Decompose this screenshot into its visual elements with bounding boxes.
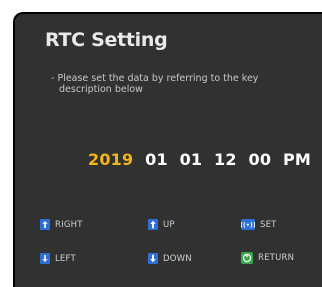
- key-set[interactable]: ((•)) SET: [241, 219, 277, 230]
- key-return-label: RETURN: [258, 253, 295, 263]
- instruction-text: - Please set the data by referring to th…: [51, 73, 301, 95]
- down-key-icon: [148, 253, 158, 264]
- datetime-display: 2019 01 01 12 00 PM: [88, 150, 311, 169]
- right-key-icon: [40, 219, 50, 230]
- key-up-label: UP: [163, 219, 175, 230]
- day-field[interactable]: 01: [180, 150, 203, 169]
- key-left[interactable]: LEFT: [40, 253, 76, 264]
- key-left-label: LEFT: [55, 253, 76, 264]
- instruction-line-2: description below: [59, 84, 143, 95]
- minute-field[interactable]: 00: [248, 150, 271, 169]
- key-down-label: DOWN: [163, 253, 192, 264]
- left-key-icon: [40, 253, 50, 264]
- month-field[interactable]: 01: [145, 150, 168, 169]
- hour-field[interactable]: 12: [214, 150, 237, 169]
- screen: RTC Setting - Please set the data by ref…: [0, 0, 322, 287]
- set-key-icon: ((•)): [241, 219, 255, 230]
- svg-text:((•)): ((•)): [241, 222, 255, 229]
- key-set-label: SET: [260, 219, 277, 230]
- up-key-icon: [148, 219, 158, 230]
- key-down[interactable]: DOWN: [148, 253, 192, 264]
- return-key-icon: [241, 252, 253, 264]
- instruction-line-1: - Please set the data by referring to th…: [51, 73, 259, 84]
- key-right-label: RIGHT: [55, 219, 83, 230]
- page-title: RTC Setting: [45, 29, 168, 51]
- key-return[interactable]: RETURN: [241, 252, 294, 264]
- ampm-field[interactable]: PM: [283, 150, 311, 169]
- key-up[interactable]: UP: [148, 219, 175, 230]
- key-right[interactable]: RIGHT: [40, 219, 83, 230]
- year-field[interactable]: 2019: [88, 150, 133, 169]
